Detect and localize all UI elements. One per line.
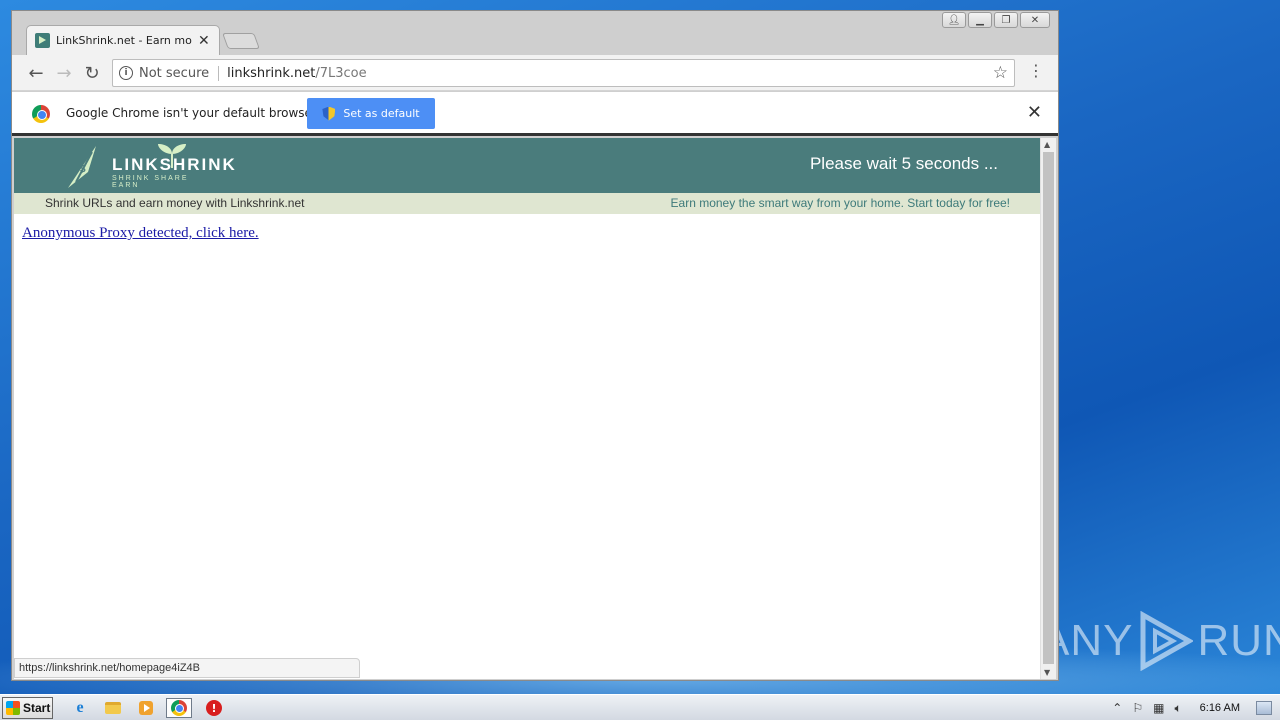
profile-icon[interactable]: 👤︎: [942, 12, 966, 28]
site-header: $ LINKSHRINK SHRINK SHARE EARN Please wa…: [14, 138, 1040, 193]
link-status-bubble: https://linkshrink.net/homepage4iZ4B: [14, 658, 360, 678]
start-label: Start: [23, 701, 51, 715]
browser-toolbar: ← → ↻ i Not secure linkshrink.net /7L3co…: [12, 55, 1058, 91]
url-host: linkshrink.net: [227, 65, 316, 81]
file-explorer-icon[interactable]: [100, 698, 126, 718]
new-tab-button[interactable]: [222, 33, 260, 49]
infobar-close-icon[interactable]: ✕: [1027, 102, 1042, 123]
countdown-message: Please wait 5 seconds ...: [809, 154, 998, 173]
windows-logo-icon: [6, 701, 20, 715]
set-as-default-label: Set as default: [343, 107, 420, 120]
chrome-window: LinkShrink.net - Earn money ✕ 👤︎ ▁ ❐ ✕ ←…: [11, 10, 1059, 681]
chrome-menu-icon[interactable]: ⋮: [1028, 63, 1044, 79]
chrome-logo-icon: [32, 105, 50, 123]
url-path: /7L3coe: [315, 65, 367, 81]
security-label[interactable]: Not secure: [139, 65, 220, 81]
network-icon[interactable]: ▦: [1153, 701, 1164, 715]
tagline-right: Earn money the smart way from your home.…: [670, 196, 1010, 210]
infobar-message: Google Chrome isn't your default browser: [66, 106, 317, 120]
chrome-taskbar-icon[interactable]: [166, 698, 192, 718]
window-controls: 👤︎ ▁ ❐ ✕: [942, 12, 1050, 28]
logo-slogan: SHRINK SHARE EARN: [112, 175, 189, 189]
clock[interactable]: 6:16 AM: [1200, 702, 1240, 714]
tab-close-icon[interactable]: ✕: [198, 33, 210, 49]
logo-wordmark: LINKSHRINK: [112, 155, 237, 174]
tagline-bar: Shrink URLs and earn money with Linkshri…: [14, 193, 1040, 214]
linkshrink-favicon-icon: [35, 33, 50, 48]
show-desktop-button[interactable]: [1256, 701, 1272, 715]
vertical-scrollbar[interactable]: ▲ ▼: [1040, 138, 1056, 679]
title-bar: LinkShrink.net - Earn money ✕ 👤︎ ▁ ❐ ✕: [12, 11, 1058, 55]
start-button[interactable]: Start: [2, 697, 53, 719]
action-center-flag-icon[interactable]: ⚐: [1132, 701, 1143, 715]
scroll-up-arrow-icon[interactable]: ▲: [1044, 140, 1050, 149]
set-as-default-button[interactable]: Set as default: [307, 98, 435, 129]
windows-taskbar: Start e ! ⌃ ⚐ ▦ 🔈︎ 6:16 AM: [0, 694, 1280, 720]
tray-expand-icon[interactable]: ⌃: [1112, 701, 1122, 715]
tagline-left: Shrink URLs and earn money with Linkshri…: [45, 196, 305, 210]
tab-linkshrink[interactable]: LinkShrink.net - Earn money ✕: [26, 25, 220, 55]
watermark-run: RUN: [1197, 616, 1280, 665]
volume-icon[interactable]: 🔈︎: [1174, 701, 1181, 716]
proxy-detected-link[interactable]: Anonymous Proxy detected, click here.: [22, 225, 259, 242]
media-player-icon[interactable]: [133, 698, 159, 718]
opera-icon[interactable]: !: [201, 698, 227, 718]
page-viewport: $ LINKSHRINK SHRINK SHARE EARN Please wa…: [14, 138, 1040, 679]
leaf-logo-icon: $: [68, 146, 96, 188]
reload-icon[interactable]: ↻: [80, 61, 104, 85]
maximize-button[interactable]: ❐: [994, 12, 1018, 28]
tab-title: LinkShrink.net - Earn money: [56, 34, 192, 47]
forward-arrow-icon[interactable]: →: [52, 61, 76, 85]
linkshrink-logo[interactable]: $ LINKSHRINK SHRINK SHARE EARN: [66, 142, 235, 190]
scroll-thumb[interactable]: [1043, 152, 1054, 664]
info-icon[interactable]: i: [119, 66, 133, 80]
default-browser-infobar: Google Chrome isn't your default browser…: [12, 92, 1058, 136]
uac-shield-icon: [322, 106, 336, 121]
system-tray: ⌃ ⚐ ▦ 🔈︎ 6:16 AM: [1112, 695, 1280, 720]
address-bar[interactable]: i Not secure linkshrink.net /7L3coe ☆: [112, 59, 1015, 87]
minimize-button[interactable]: ▁: [968, 12, 992, 28]
svg-text:$: $: [80, 164, 86, 175]
internet-explorer-icon[interactable]: e: [67, 698, 93, 718]
anyrun-watermark: ANY RUN: [1040, 606, 1280, 676]
back-arrow-icon[interactable]: ←: [24, 61, 48, 85]
close-window-button[interactable]: ✕: [1020, 12, 1050, 28]
scroll-down-arrow-icon[interactable]: ▼: [1044, 668, 1050, 677]
play-logo-icon: [1140, 611, 1194, 671]
bookmark-star-icon[interactable]: ☆: [993, 63, 1008, 83]
